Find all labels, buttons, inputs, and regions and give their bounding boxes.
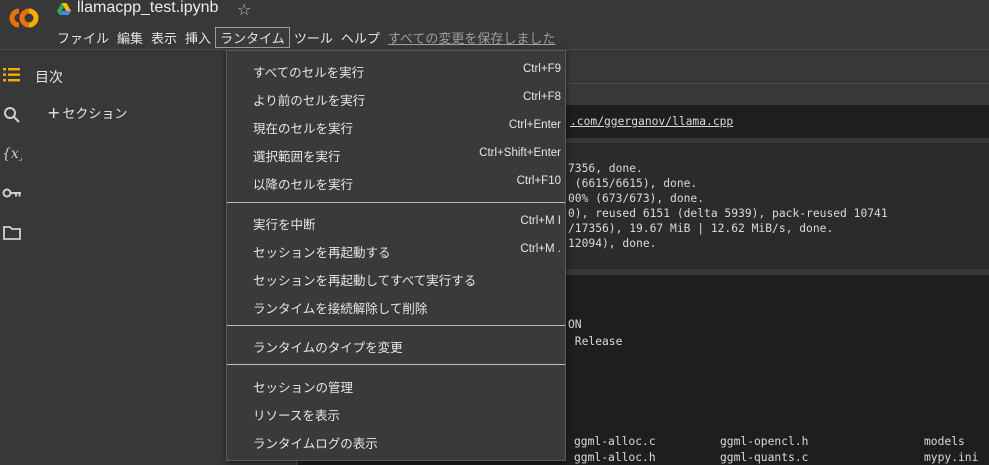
menu-manage-sessions[interactable]: セッションの管理 xyxy=(227,370,565,398)
menu-item-shortcut: Ctrl+M I xyxy=(520,215,561,227)
menu-item-label: 以降のセルを実行 xyxy=(253,178,354,192)
menu-disconnect-delete[interactable]: ランタイムを接続解除して削除 xyxy=(227,291,565,319)
key-icon[interactable] xyxy=(2,183,22,203)
menu-item-label: セッションを再起動してすべて実行する xyxy=(253,274,477,288)
output-line: 12094), done. xyxy=(568,237,657,250)
output-line: 00% (673/673), done. xyxy=(568,192,705,205)
menu-item-shortcut: Ctrl+Enter xyxy=(508,119,561,131)
menu-item-label: セッションの管理 xyxy=(253,381,354,395)
menu-run-all[interactable]: すべてのセルを実行 Ctrl+F9 xyxy=(227,55,565,83)
output-line: 0), reused 6151 (delta 5939), pack-reuse… xyxy=(568,207,888,220)
menu-insert[interactable]: 挿入 xyxy=(181,27,215,48)
menu-item-shortcut: Ctrl+Shift+Enter xyxy=(479,147,561,159)
menu-item-label: すべてのセルを実行 xyxy=(253,66,365,80)
output-line: ggml-alloc.h xyxy=(574,451,656,464)
menu-divider xyxy=(227,202,565,203)
output-line: 7356, done. xyxy=(568,162,643,175)
menu-run-before[interactable]: より前のセルを実行 Ctrl+F8 xyxy=(227,83,565,111)
menu-interrupt[interactable]: 実行を中断 Ctrl+M I xyxy=(227,207,565,235)
left-rail: {x} xyxy=(0,51,27,465)
runtime-menu-dropdown: すべてのセルを実行 Ctrl+F9 より前のセルを実行 Ctrl+F8 現在のセ… xyxy=(226,50,566,461)
output-line: mypy.ini xyxy=(924,451,979,464)
menu-view-runtime-logs[interactable]: ランタイムログの表示 xyxy=(227,426,565,454)
output-line: ggml-quants.c xyxy=(720,451,809,464)
menu-item-label: セッションを再起動する xyxy=(253,246,391,260)
menu-item-shortcut: Ctrl+F10 xyxy=(516,175,561,187)
menu-item-label: 選択範囲を実行 xyxy=(253,150,341,164)
output-line: models xyxy=(924,435,965,448)
menu-item-label: 現在のセルを実行 xyxy=(253,122,354,136)
menu-divider xyxy=(227,325,565,326)
menu-run-current[interactable]: 現在のセルを実行 Ctrl+Enter xyxy=(227,111,565,139)
folder-icon[interactable] xyxy=(2,223,22,243)
output-line: ggml-opencl.h xyxy=(720,435,809,448)
menu-run-after[interactable]: 以降のセルを実行 Ctrl+F10 xyxy=(227,167,565,195)
colab-window: llamacpp_test.ipynb ☆ ファイル 編集 表示 挿入 ランタイ… xyxy=(0,0,989,465)
menu-item-label: 実行を中断 xyxy=(253,218,316,232)
top-bar: llamacpp_test.ipynb ☆ ファイル 編集 表示 挿入 ランタイ… xyxy=(0,0,989,50)
menu-change-runtime-type[interactable]: ランタイムのタイプを変更 xyxy=(227,330,565,358)
menu-file[interactable]: ファイル xyxy=(53,27,113,48)
output-line: .com/ggerganov/llama.cpp xyxy=(570,115,734,128)
colab-logo[interactable] xyxy=(5,6,43,30)
add-section-button[interactable]: + セクション xyxy=(47,103,127,122)
menu-divider xyxy=(227,364,565,365)
add-section-label: セクション xyxy=(62,107,128,122)
notebook-filename[interactable]: llamacpp_test.ipynb xyxy=(77,0,218,17)
output-line: ON xyxy=(568,318,582,331)
menu-help[interactable]: ヘルプ xyxy=(337,27,384,48)
menu-item-label: より前のセルを実行 xyxy=(253,94,366,108)
star-icon[interactable]: ☆ xyxy=(237,0,251,19)
menu-bar: ファイル 編集 表示 挿入 ランタイム ツール ヘルプ すべての変更を保存しまし… xyxy=(53,26,556,48)
search-icon[interactable] xyxy=(2,105,22,125)
menu-item-label: リソースを表示 xyxy=(253,409,340,423)
menu-item-shortcut: Ctrl+F9 xyxy=(522,63,561,75)
menu-edit[interactable]: 編集 xyxy=(113,27,147,48)
save-status-link[interactable]: すべての変更を保存しました xyxy=(388,28,556,47)
menu-run-selection[interactable]: 選択範囲を実行 Ctrl+Shift+Enter xyxy=(227,139,565,167)
menu-runtime[interactable]: ランタイム xyxy=(215,26,290,48)
menu-item-label: ランタイムのタイプを変更 xyxy=(253,341,403,355)
menu-item-label: ランタイムを接続解除して削除 xyxy=(253,302,428,316)
svg-text:{x}: {x} xyxy=(2,146,22,162)
menu-item-label: ランタイムログの表示 xyxy=(253,437,378,451)
output-line: (6615/6615), done. xyxy=(568,177,698,190)
drive-icon[interactable] xyxy=(57,3,71,15)
variables-icon[interactable]: {x} xyxy=(2,143,22,163)
menu-restart-run-all[interactable]: セッションを再起動してすべて実行する xyxy=(227,263,565,291)
output-line: /17356), 19.67 MiB | 12.62 MiB/s, done. xyxy=(568,222,834,235)
list-icon[interactable] xyxy=(2,65,22,85)
plus-icon: + xyxy=(47,103,61,122)
menu-item-shortcut: Ctrl+M . xyxy=(520,243,561,255)
toc-title: 目次 xyxy=(35,70,63,86)
output-line: ggml-alloc.c xyxy=(574,435,656,448)
menu-view[interactable]: 表示 xyxy=(147,27,181,48)
menu-item-shortcut: Ctrl+F8 xyxy=(522,91,561,103)
menu-restart-session[interactable]: セッションを再起動する Ctrl+M . xyxy=(227,235,565,263)
menu-view-resources[interactable]: リソースを表示 xyxy=(227,398,565,426)
menu-tools[interactable]: ツール xyxy=(290,27,337,48)
output-line: Release xyxy=(568,335,623,348)
